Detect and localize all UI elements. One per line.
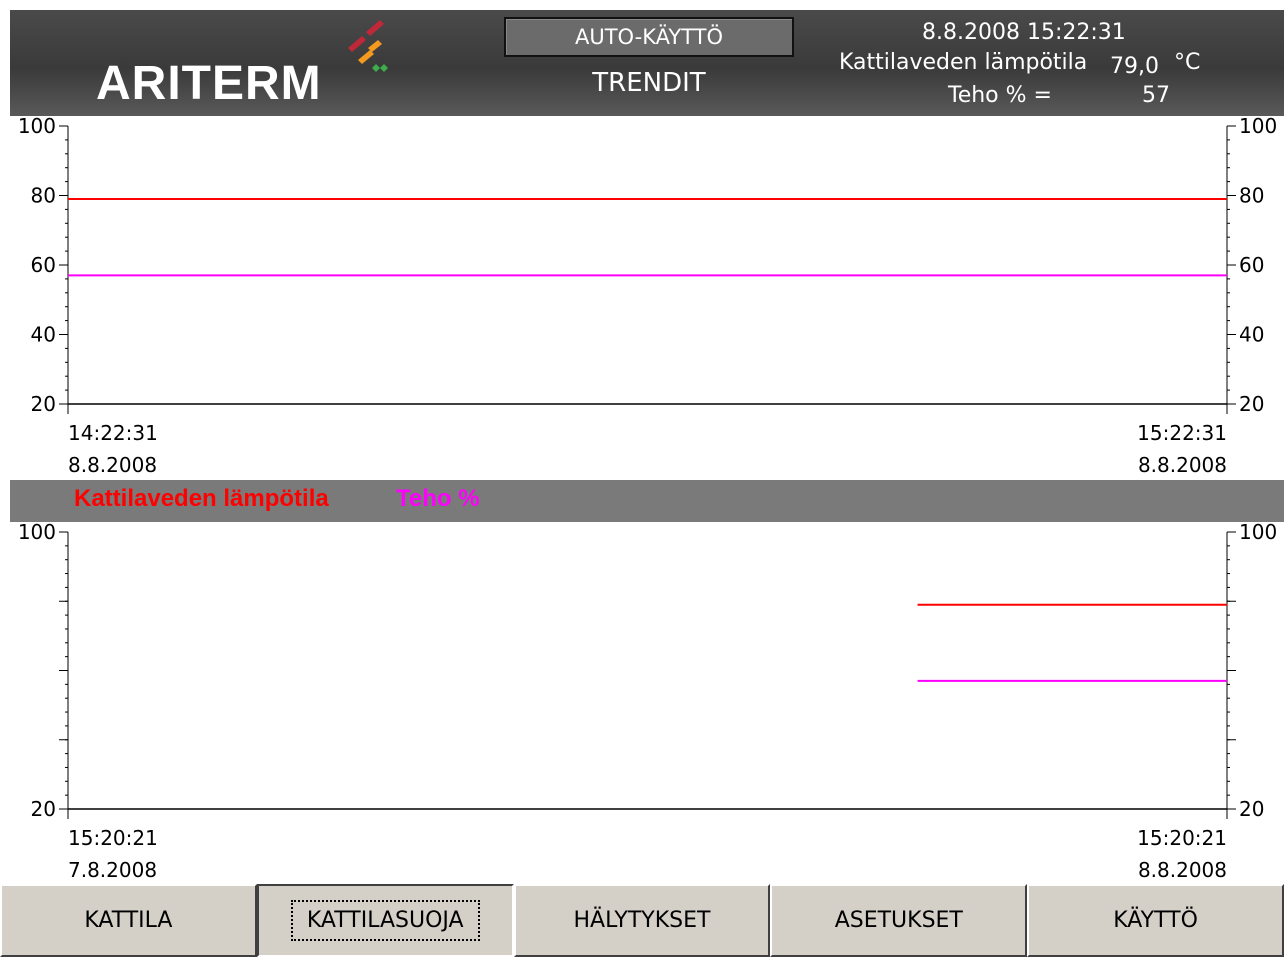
bottom-nav: KATTILA KATTILASUOJA HÄLYTYKSET ASETUKSE… — [0, 884, 1284, 957]
temp-value: 79,0 — [1110, 54, 1159, 79]
y-tick-label-left: 20 — [31, 392, 56, 416]
y-tick-label-left: 60 — [31, 253, 56, 277]
brand-logo: ARITERM — [96, 57, 322, 110]
mode-indicator: AUTO-KÄYTTÖ — [504, 17, 794, 57]
y-tick-label-left: 40 — [31, 323, 56, 347]
temp-label: Kattilaveden lämpötila — [839, 50, 1088, 75]
legend-item-power: Teho % — [396, 485, 480, 512]
nav-button-kattilasuoja[interactable]: KATTILASUOJA — [256, 884, 514, 957]
nav-button-kaytto[interactable]: KÄYTTÖ — [1027, 884, 1284, 957]
nav-button-label: KATTILA — [84, 908, 173, 933]
x-end-time: 15:22:31 — [1137, 421, 1227, 445]
nav-button-label: HÄLYTYKSET — [573, 908, 711, 933]
y-tick-label-right: 60 — [1239, 253, 1264, 277]
trend-chart-bottom: 100 100 20 20 15:20:21 7.8.2008 15:20:21 8.8.20… — [18, 522, 1277, 882]
legend-bar: Kattilaveden lämpötila Teho % — [10, 480, 1284, 522]
y-tick-label-right: 20 — [1239, 797, 1264, 821]
y-tick-label-left: 100 — [18, 116, 56, 138]
x-start-date: 8.8.2008 — [68, 453, 157, 477]
y-tick-label-right: 40 — [1239, 323, 1264, 347]
page-title: TRENDIT — [592, 68, 706, 98]
x-end-time: 15:20:21 — [1137, 826, 1227, 850]
y-tick-label-right: 80 — [1239, 184, 1264, 208]
y-tick-label-right: 100 — [1239, 522, 1277, 544]
x-end-date: 8.8.2008 — [1138, 453, 1227, 477]
datetime-display: 8.8.2008 15:22:31 — [922, 20, 1126, 45]
y-tick-label-right: 100 — [1239, 116, 1277, 138]
x-start-time: 15:20:21 — [68, 826, 158, 850]
y-tick-label-right: 20 — [1239, 392, 1264, 416]
y-tick-label-left: 100 — [18, 522, 56, 544]
nav-button-kattila[interactable]: KATTILA — [0, 884, 257, 957]
y-tick-label-left: 20 — [31, 797, 56, 821]
nav-button-label: ASETUKSET — [834, 908, 963, 933]
x-end-date: 8.8.2008 — [1138, 858, 1227, 882]
legend-item-temperature: Kattilaveden lämpötila — [74, 485, 329, 512]
temp-unit: °C — [1174, 50, 1201, 75]
header-bar: ARITERM AUTO-KÄYTTÖ TRENDIT 8.8.2008 15:… — [10, 10, 1284, 116]
power-value: 57 — [1142, 83, 1170, 108]
nav-button-label: KÄYTTÖ — [1113, 908, 1198, 933]
trend-chart-top: 100 100 80 80 60 60 40 40 20 20 14:22:31 8.8.2008 15… — [18, 116, 1277, 477]
power-label: Teho % = — [948, 83, 1052, 108]
logo-mark-icon — [348, 20, 388, 72]
nav-button-asetukset[interactable]: ASETUKSET — [770, 884, 1028, 957]
y-tick-label-left: 80 — [31, 184, 56, 208]
nav-button-halytykset[interactable]: HÄLYTYKSET — [513, 884, 771, 957]
nav-button-label: KATTILASUOJA — [290, 900, 480, 941]
x-start-date: 7.8.2008 — [68, 858, 157, 882]
x-start-time: 14:22:31 — [68, 421, 158, 445]
